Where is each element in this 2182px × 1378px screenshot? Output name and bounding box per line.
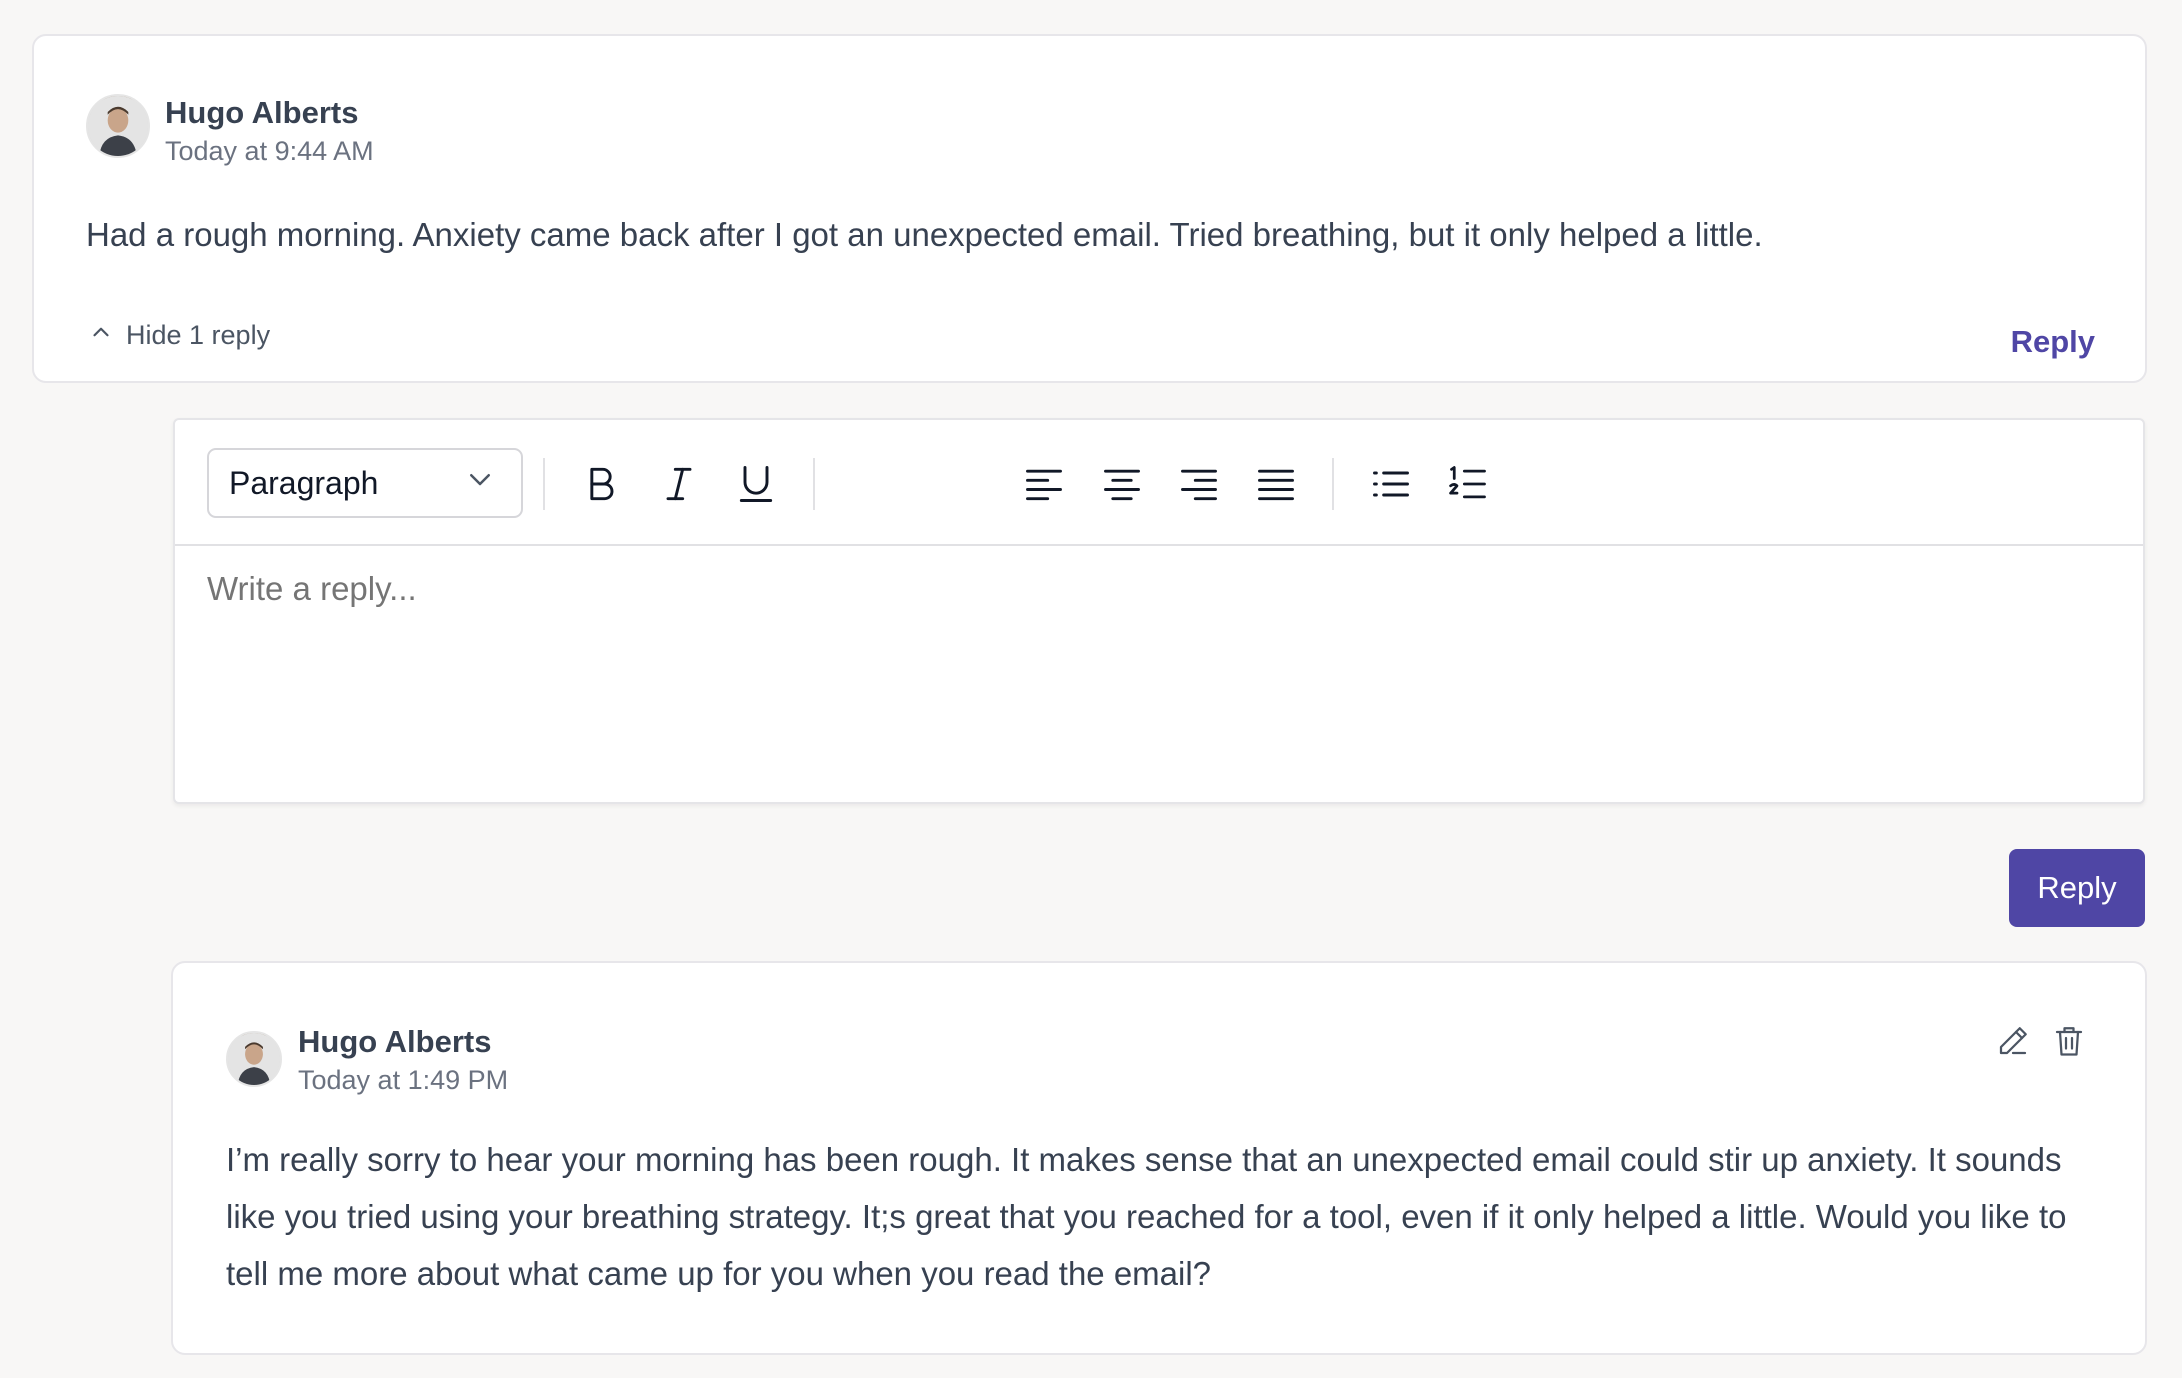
reply-body: I’m really sorry to hear your morning ha… [226,1141,2067,1292]
submit-reply-button[interactable]: Reply [2009,849,2145,927]
block-type-select[interactable]: Paragraph [207,448,523,518]
toolbar-divider [813,458,815,510]
avatar [226,1031,282,1087]
bold-icon[interactable] [575,458,627,510]
align-left-icon[interactable] [1018,458,1070,510]
reply-card: Hugo Alberts Today at 1:49 PM I’m really… [171,961,2147,1355]
avatar [86,94,150,158]
align-justify-icon[interactable] [1250,458,1302,510]
reply-timestamp: Today at 1:49 PM [298,1065,509,1095]
numbered-list-icon[interactable] [1442,458,1494,510]
underline-icon[interactable] [730,458,782,510]
align-center-icon[interactable] [1096,458,1148,510]
author-name: Hugo Alberts [298,1024,492,1059]
author-name: Hugo Alberts [165,95,359,130]
toolbar-divider [543,458,545,510]
hide-replies-label: Hide 1 reply [126,320,271,350]
toolbar-divider [1332,458,1334,510]
edit-icon[interactable] [1995,1023,2031,1059]
comment-card: Hugo Alberts Today at 9:44 AM Had a roug… [32,34,2147,383]
trash-icon[interactable] [2051,1023,2087,1059]
hide-replies-toggle[interactable]: Hide 1 reply [88,319,270,352]
reply-editor: Paragraph [173,418,2145,804]
block-type-value: Paragraph [229,464,379,501]
editor-toolbar: Paragraph [175,420,2143,546]
chevron-up-icon [88,319,114,352]
comment-body: Had a rough morning. Anxiety came back a… [86,216,1763,253]
reply-input[interactable] [207,570,2107,608]
reply-actions [1995,1023,2087,1059]
comment-header: Hugo Alberts Today at 9:44 AM [86,94,374,168]
align-right-icon[interactable] [1173,458,1225,510]
reply-header: Hugo Alberts Today at 1:49 PM [226,1023,508,1097]
reply-link[interactable]: Reply [2011,324,2095,360]
italic-icon[interactable] [653,458,705,510]
chevron-down-icon [465,464,495,502]
comment-timestamp: Today at 9:44 AM [165,136,374,166]
bullet-list-icon[interactable] [1365,458,1417,510]
